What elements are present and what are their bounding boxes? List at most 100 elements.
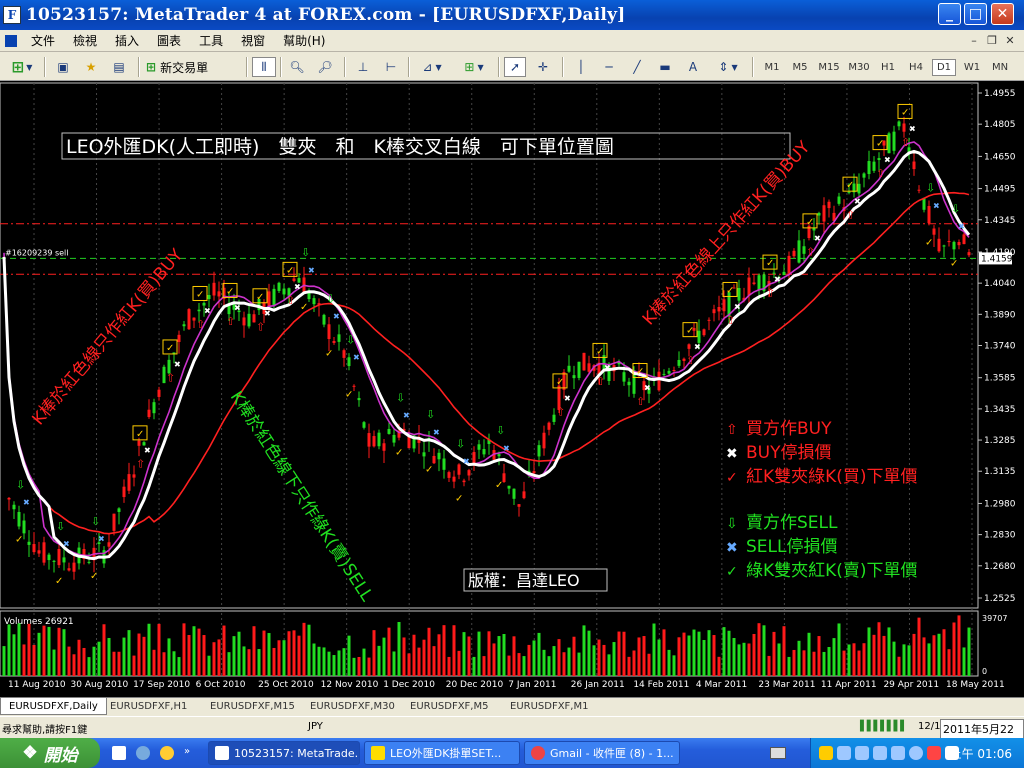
new-chart-button[interactable]: ⊞ ▼	[4, 57, 40, 77]
candle-body	[342, 350, 346, 358]
candle-body	[462, 480, 466, 483]
keyboard-icon[interactable]	[770, 747, 786, 759]
clock-app-icon[interactable]	[909, 746, 923, 760]
candle-body	[712, 309, 716, 314]
timeframe-m5[interactable]: M5	[788, 59, 812, 76]
maximize-button[interactable]: □	[964, 3, 987, 25]
volume-bar	[507, 655, 511, 676]
text-icon[interactable]: A	[682, 57, 704, 77]
candle-body	[447, 472, 451, 478]
candle-body	[52, 560, 56, 562]
quicklaunch-more-icon[interactable]: »	[184, 746, 194, 760]
chart-tab[interactable]: EURUSDFXF,M30	[302, 698, 403, 715]
mdi-restore-button[interactable]: ❐	[984, 33, 1000, 48]
sell-arrow-icon: ⇩	[926, 182, 935, 195]
arrows-button[interactable]: ⇕ ▼	[710, 57, 746, 77]
timeframe-m30[interactable]: M30	[846, 59, 872, 76]
date-tick-label: 23 Mar 2011	[758, 680, 815, 690]
chart-tab[interactable]: EURUSDFXF,M15	[202, 698, 303, 715]
candle-body	[437, 452, 441, 460]
candle-body	[722, 299, 726, 312]
autoscroll-icon[interactable]: ⊢	[380, 57, 402, 77]
timeframe-mn[interactable]: MN	[988, 59, 1012, 76]
horizontal-line-icon[interactable]: ─	[598, 57, 620, 77]
buy-arrow-icon: ⇧	[806, 245, 815, 258]
vertical-line-icon[interactable]: │	[570, 57, 592, 77]
chart-tab[interactable]: EURUSDFXF,M1	[502, 698, 596, 715]
buy-stop-icon: ✖	[694, 343, 701, 352]
zoom-out-icon[interactable]: 🔎︎	[314, 57, 336, 77]
trendline-icon[interactable]: ╱	[626, 57, 648, 77]
candle-body	[627, 381, 631, 386]
sell-entry-check-icon: ✓	[55, 576, 63, 587]
timeframe-m1[interactable]: M1	[760, 59, 784, 76]
buy-entry-check-icon: ✓	[286, 265, 294, 276]
candle-body	[822, 205, 826, 222]
volume-bar	[202, 635, 206, 676]
volume-bar	[197, 628, 201, 676]
menu-view[interactable]: 檢視	[64, 32, 106, 49]
buy-arrow-icon: ⇧	[636, 395, 645, 408]
chart-tab[interactable]: EURUSDFXF,M5	[402, 698, 496, 715]
mdi-minimize-button[interactable]: –	[966, 33, 982, 48]
system-tray: 上午 01:06	[810, 738, 1024, 768]
network-icon[interactable]	[837, 746, 851, 760]
timeframe-m15[interactable]: M15	[816, 59, 842, 76]
candle-body	[927, 205, 931, 224]
security-shield-icon[interactable]	[819, 746, 833, 760]
chart-shift-icon[interactable]: ⊥	[352, 57, 374, 77]
task-gmail[interactable]: Gmail - 收件匣 (8) - 1...	[524, 741, 680, 765]
timeframe-h4[interactable]: H4	[904, 59, 928, 76]
menu-window[interactable]: 視窗	[232, 32, 274, 49]
volume-bar	[657, 639, 661, 676]
volume-bar	[397, 622, 401, 676]
browser-quicklaunch-icon[interactable]	[136, 746, 150, 760]
terminal-icon[interactable]: ▤	[108, 57, 130, 77]
show-desktop-icon[interactable]	[112, 746, 126, 760]
timeframe-w1[interactable]: W1	[960, 59, 984, 76]
volume-bar	[97, 641, 101, 676]
candle-body	[362, 422, 366, 428]
menu-insert[interactable]: 插入	[106, 32, 148, 49]
candle-body	[477, 444, 481, 450]
buy-arrow-icon: ⇧	[766, 287, 775, 300]
cursor-icon[interactable]: ➚	[504, 57, 526, 77]
menu-charts[interactable]: 圖表	[148, 32, 190, 49]
antivirus-icon[interactable]	[927, 746, 941, 760]
chart-tab[interactable]: EURUSDFXF,Daily	[0, 698, 107, 715]
candle-body	[847, 191, 851, 193]
crosshair-icon[interactable]: ✛	[532, 57, 554, 77]
minimize-button[interactable]: _	[938, 3, 961, 25]
mdi-system-icon[interactable]	[0, 32, 22, 50]
messenger-quicklaunch-icon[interactable]	[160, 746, 174, 760]
chart-window[interactable]: 1.49551.48051.46501.44951.43451.41901.40…	[0, 81, 1024, 697]
start-button[interactable]: ❖ 開始	[0, 738, 100, 768]
market-watch-icon[interactable]: ▣	[52, 57, 74, 77]
display-icon[interactable]	[855, 746, 869, 760]
rectangle-icon[interactable]: ▬	[654, 57, 676, 77]
zoom-in-icon[interactable]: 🔍︎	[286, 57, 308, 77]
sell-entry-check-icon: ✓	[90, 571, 98, 582]
app-icon[interactable]: F	[3, 6, 21, 24]
close-button[interactable]: ✕	[991, 3, 1014, 25]
tray-app-icon[interactable]	[873, 746, 887, 760]
chart-tab[interactable]: EURUSDFXF,H1	[102, 698, 195, 715]
menu-help[interactable]: 幫助(H)	[274, 32, 334, 49]
candle-body	[272, 288, 276, 306]
buy-entry-check-icon: ✓	[256, 292, 264, 303]
timeframe-h1[interactable]: H1	[876, 59, 900, 76]
periods-button[interactable]: ⊞ ▼	[456, 57, 492, 77]
navigator-icon[interactable]: ★	[80, 57, 102, 77]
task-leo-set[interactable]: LEO外匯DK掛單SET...	[364, 741, 520, 765]
timeframe-d1[interactable]: D1	[932, 59, 956, 76]
task-metatrader[interactable]: 10523157: MetaTrade...	[208, 741, 360, 765]
candle-body	[292, 278, 296, 281]
menu-file[interactable]: 文件	[22, 32, 64, 49]
new-order-button[interactable]: ⊞ 新交易單	[146, 57, 242, 77]
indicators-button[interactable]: ⊿ ▼	[414, 57, 450, 77]
chart-bar-icon[interactable]: ⫴	[252, 57, 276, 77]
clock: 上午 01:06	[949, 747, 1012, 761]
menu-tools[interactable]: 工具	[190, 32, 232, 49]
mdi-close-button[interactable]: ✕	[1002, 33, 1018, 48]
sync-icon[interactable]	[891, 746, 905, 760]
